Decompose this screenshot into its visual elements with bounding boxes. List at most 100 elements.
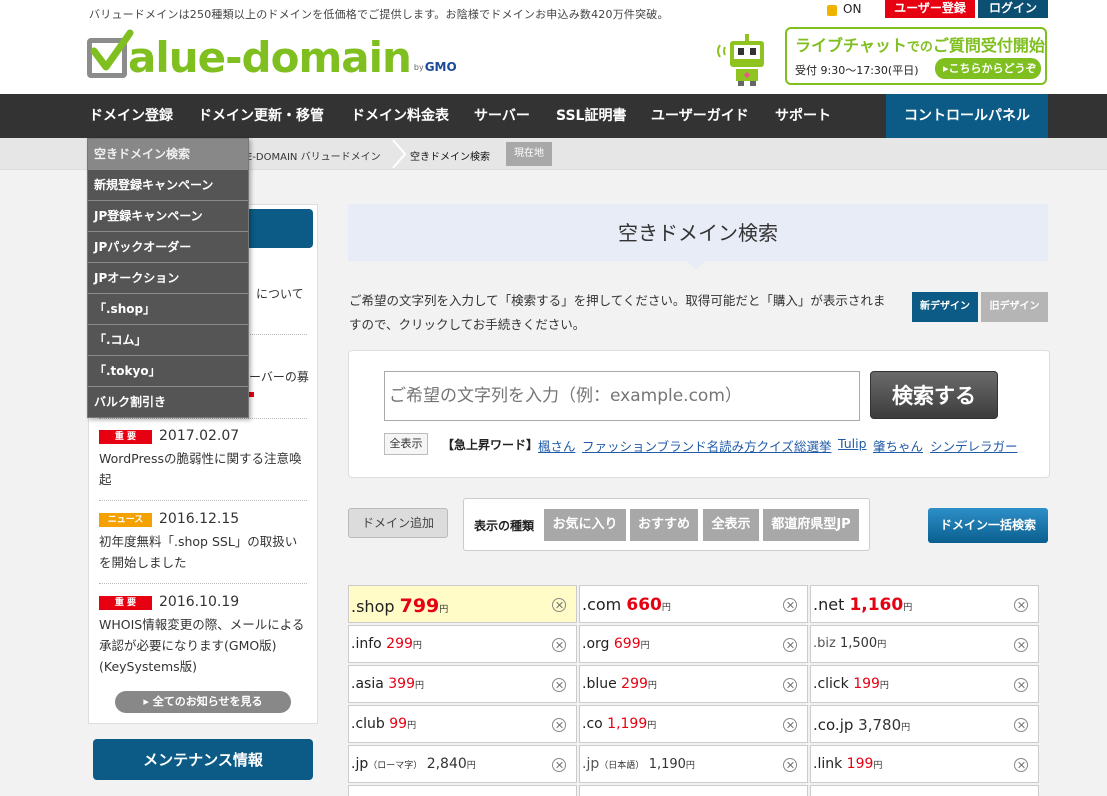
chat-link-button[interactable]: ▸こちらからどうぞ [935, 58, 1041, 79]
trend-link[interactable]: シンデレラガー [930, 436, 1018, 455]
dropdown-item-new-campaign[interactable]: 新規登録キャンペーン [88, 170, 248, 201]
add-domain-button[interactable]: ドメイン追加 [348, 508, 448, 538]
nav-domain-register[interactable]: ドメイン登録 [89, 94, 173, 138]
domain-cell[interactable]: .click 199円 [810, 665, 1039, 703]
remove-icon[interactable] [783, 718, 797, 732]
trend-link[interactable]: 肇ちゃん [873, 436, 923, 455]
remove-icon[interactable] [783, 678, 797, 692]
remove-icon[interactable] [1014, 678, 1028, 692]
domain-cell[interactable]: .info 299円 [348, 625, 577, 663]
remove-icon[interactable] [1014, 638, 1028, 652]
trend-link[interactable]: 総選挙 [794, 436, 832, 455]
news-text[interactable]: WordPressの脆弱性に関する注意喚起 [99, 448, 309, 490]
bulk-search-button[interactable]: ドメイン一括検索 [928, 508, 1048, 543]
type-recommended-button[interactable]: おすすめ [630, 509, 698, 541]
domain-cell[interactable] [810, 785, 1039, 796]
login-button[interactable]: ログイン [978, 0, 1048, 18]
remove-icon[interactable] [552, 598, 566, 612]
domain-cell[interactable]: .biz 1,500円 [810, 625, 1039, 663]
sidebar-news-fragment[interactable]: について [256, 285, 304, 302]
remove-icon[interactable] [783, 758, 797, 772]
domain-cell[interactable]: .blue 299円 [579, 665, 808, 703]
news-badge-news: ニュース [99, 513, 152, 527]
domain-price: 199 [846, 756, 874, 772]
show-all-button[interactable]: 全表示 [384, 433, 428, 455]
domain-cell[interactable]: .org 699円 [579, 625, 808, 663]
domain-name: .org [582, 636, 610, 652]
dropdown-item-domain-search[interactable]: 空きドメイン検索 [88, 139, 248, 170]
remove-icon[interactable] [1014, 598, 1028, 612]
remove-icon[interactable] [552, 638, 566, 652]
dropdown-item-jp-pack[interactable]: JPパックオーダー [88, 232, 248, 263]
search-button[interactable]: 検索する [870, 371, 998, 419]
trend-link[interactable]: ファッションブランド名読み方クイズ [582, 436, 794, 455]
live-chat-banner[interactable]: ライブチャットでのご質問受付開始 受付 9:30〜17:30(平日) ▸こちらか… [785, 27, 1047, 85]
domain-cell[interactable]: .club 99円 [348, 705, 577, 743]
trend-link[interactable]: Tulip [838, 436, 867, 451]
logo-wordmark: alue-domain [128, 33, 412, 82]
remove-icon[interactable] [783, 598, 797, 612]
domain-price: 199 [853, 676, 880, 692]
nav-domain-renew[interactable]: ドメイン更新・移管 [198, 94, 324, 138]
domain-cell[interactable] [348, 785, 577, 796]
domain-cell[interactable]: .shop 799円 [348, 585, 577, 623]
nav-ssl[interactable]: SSL証明書 [556, 94, 626, 138]
domain-price: 3,780 [858, 716, 902, 734]
dropdown-item-bulk-discount[interactable]: バルク割引き [88, 387, 248, 418]
nav-domain-pricing[interactable]: ドメイン料金表 [351, 94, 449, 138]
domain-cell[interactable]: .co 1,199円 [579, 705, 808, 743]
domain-cell[interactable]: .co.jp 3,780円 [810, 705, 1039, 743]
remove-icon[interactable] [552, 718, 566, 732]
title-pointer [686, 261, 706, 269]
domain-cell[interactable]: .asia 399円 [348, 665, 577, 703]
remove-icon[interactable] [783, 638, 797, 652]
remove-icon[interactable] [552, 678, 566, 692]
logo-gmo: GMO [424, 60, 457, 74]
nav-control-panel[interactable]: コントロールパネル [886, 94, 1048, 138]
news-text[interactable]: 初年度無料「.shop SSL」の取扱いを開始しました [99, 531, 309, 573]
type-all-button[interactable]: 全表示 [703, 509, 759, 541]
domain-name: .shop [351, 597, 395, 616]
domain-price: 99 [389, 716, 408, 732]
domain-cell[interactable]: .jp（日本語） 1,190円 [579, 745, 808, 783]
dropdown-item-jp-campaign[interactable]: JP登録キャンペーン [88, 201, 248, 232]
breadcrumb-separator-icon [392, 140, 407, 168]
site-logo[interactable]: alue-domain by GMO [87, 29, 457, 82]
old-design-button[interactable]: 旧デザイン [981, 292, 1048, 322]
register-button[interactable]: ユーザー登録 [885, 0, 975, 18]
nav-server[interactable]: サーバー [474, 94, 530, 138]
domain-search-input[interactable] [384, 371, 860, 421]
domain-name: .biz [813, 636, 836, 651]
type-prefecture-jp-button[interactable]: 都道府県型JP [763, 509, 859, 541]
domain-yen: 円 [903, 603, 913, 613]
dropdown-item-shop[interactable]: 「.shop」 [88, 294, 248, 325]
domain-cell[interactable]: .com 660円 [579, 585, 808, 623]
remove-icon[interactable] [552, 758, 566, 772]
domain-cell[interactable]: .jp（ローマ字） 2,840円 [348, 745, 577, 783]
new-design-button[interactable]: 新デザイン [912, 292, 978, 322]
trend-link[interactable]: 楓さん [538, 436, 576, 455]
domain-name: .jp [351, 756, 369, 772]
breadcrumb-current: 空きドメイン検索 [410, 152, 490, 163]
domain-cell[interactable]: .link 199円 [810, 745, 1039, 783]
news-text[interactable]: WHOIS情報変更の際、メールによる承認が必要になります(GMO版)(KeySy… [99, 614, 309, 677]
dropdown-item-com-jp[interactable]: 「.コム」 [88, 325, 248, 356]
trending-words-label: 【急上昇ワード】 [442, 438, 539, 452]
remove-icon[interactable] [1014, 718, 1028, 732]
nav-user-guide[interactable]: ユーザーガイド [651, 94, 749, 138]
domain-cell[interactable]: .net 1,160円 [810, 585, 1039, 623]
domain-name: .co.jp [813, 716, 854, 734]
remove-icon[interactable] [1014, 758, 1028, 772]
sidebar-news-fragment[interactable]: ーバーの募 [249, 368, 309, 385]
all-news-button[interactable]: ▸ 全てのお知らせを見る [115, 691, 291, 713]
news-badge-important: 重 要 [99, 430, 152, 444]
maintenance-header[interactable]: メンテナンス情報 [93, 739, 313, 780]
nav-support[interactable]: サポート [775, 94, 831, 138]
dropdown-item-tokyo[interactable]: 「.tokyo」 [88, 356, 248, 387]
breadcrumb-home[interactable]: E-DOMAIN バリュードメイン [246, 148, 381, 163]
domain-price: 799 [399, 595, 440, 617]
ssl-indicator[interactable]: ON [827, 0, 861, 18]
dropdown-item-jp-auction[interactable]: JPオークション [88, 263, 248, 294]
type-favorites-button[interactable]: お気に入り [544, 509, 626, 541]
domain-cell[interactable] [579, 785, 808, 796]
